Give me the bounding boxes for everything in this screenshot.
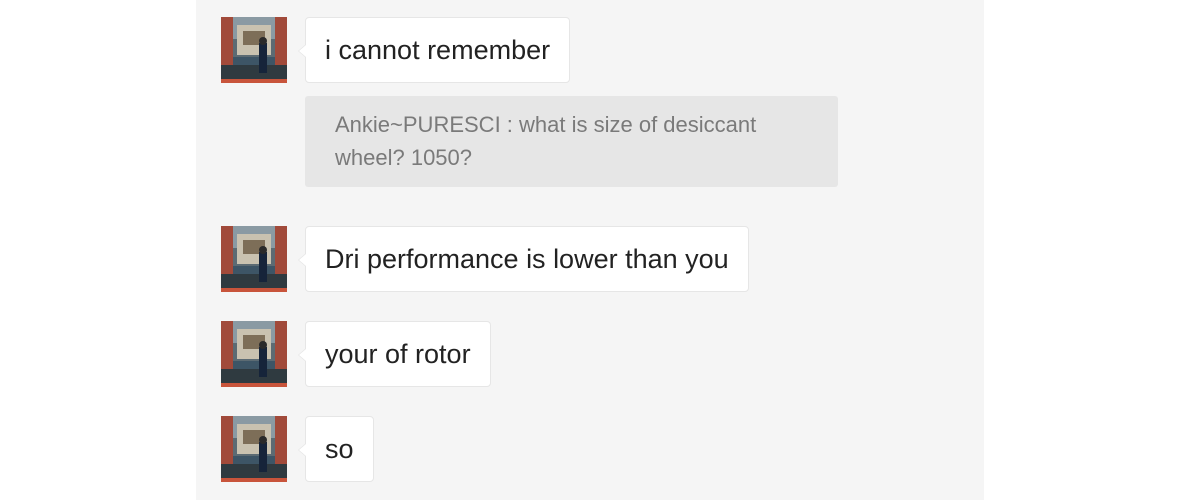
message-text: i cannot remember [325, 35, 551, 65]
user-photo-avatar [221, 226, 287, 292]
user-photo-avatar [221, 321, 287, 387]
message-bubble[interactable]: your of rotor [298, 321, 491, 387]
quoted-message[interactable]: Ankie~PURESCI : what is size of desiccan… [305, 96, 838, 187]
message-text: so [325, 434, 354, 464]
user-photo-avatar [221, 17, 287, 83]
message-bubble[interactable]: i cannot remember [297, 17, 571, 83]
quoted-message-text: Ankie~PURESCI : what is size of desiccan… [335, 112, 757, 170]
sender-avatar[interactable] [221, 226, 287, 292]
message-text: your of rotor [325, 339, 471, 369]
user-photo-avatar [221, 416, 287, 482]
sender-avatar[interactable] [221, 321, 287, 387]
message-bubble[interactable]: so [298, 416, 374, 482]
sender-avatar[interactable] [221, 17, 287, 83]
message-bubble[interactable]: Dri performance is lower than you [298, 226, 749, 292]
sender-avatar[interactable] [221, 416, 287, 482]
message-text: Dri performance is lower than you [325, 244, 729, 274]
